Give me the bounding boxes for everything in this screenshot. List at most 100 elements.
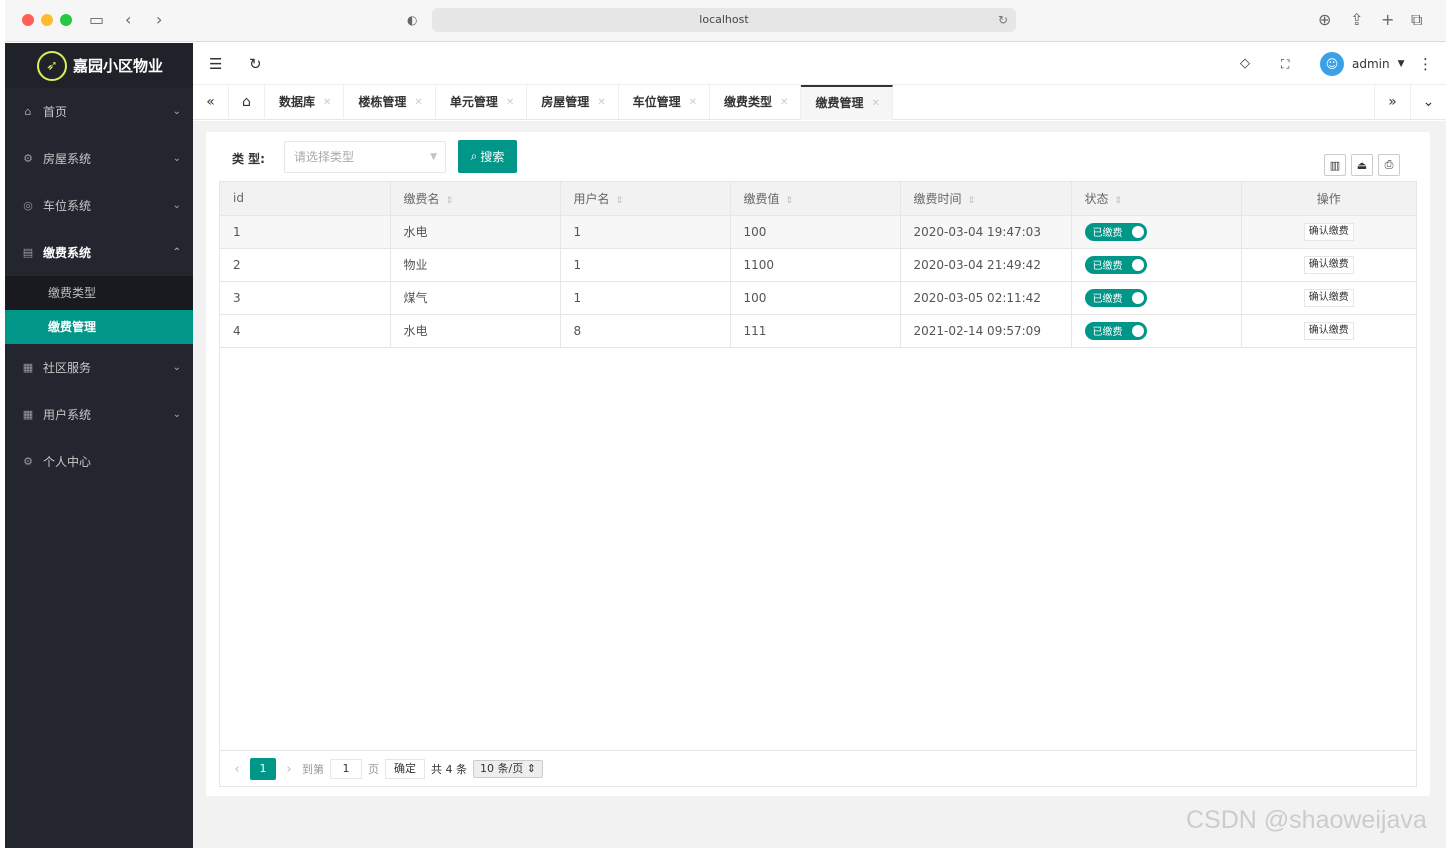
column-header-user[interactable]: 用户名 ⇕ xyxy=(560,182,731,216)
refresh-icon[interactable]: ↻ xyxy=(249,54,262,74)
tab-payment-manage[interactable]: 缴费管理 ✕ xyxy=(801,85,893,121)
app-header: ☰ ↻ ◇ ⛶ ☺ admin ▼ ⋮ xyxy=(193,43,1446,85)
search-button-label: 搜索 xyxy=(480,150,505,164)
tab-house[interactable]: 房屋管理 ✕ xyxy=(527,85,619,120)
home-icon: ⌂ xyxy=(24,105,32,118)
table-row[interactable]: 1 水电 1 100 2020-03-04 19:47:03 已缴费 确认缴费 xyxy=(220,215,1416,249)
sort-icon[interactable]: ⇕ xyxy=(446,196,454,206)
sidebar-subitem-payment-type[interactable]: 缴费类型 xyxy=(5,276,193,310)
sidebar-item-profile[interactable]: ⚙ 个人中心 xyxy=(5,438,193,485)
close-window-button[interactable] xyxy=(22,14,34,26)
download-icon[interactable]: ⊕ xyxy=(1318,10,1331,30)
cell-id: 4 xyxy=(220,314,391,348)
tabs-scroll-left-icon[interactable]: « xyxy=(193,85,229,120)
sidebar-item-label: 首页 xyxy=(43,105,68,119)
table-row[interactable]: 2 物业 1 1100 2020-03-04 21:49:42 已缴费 确认缴费 xyxy=(220,248,1416,282)
menu-collapse-icon[interactable]: ☰ xyxy=(209,54,222,74)
app-logo[interactable]: ➶ 嘉园小区物业 xyxy=(5,43,193,88)
page-size-select[interactable]: 10 条/页 ⇕ xyxy=(473,760,543,778)
close-icon[interactable]: ✕ xyxy=(597,85,605,120)
more-icon[interactable]: ⋮ xyxy=(1418,54,1433,74)
column-header-status[interactable]: 状态 ⇕ xyxy=(1071,182,1242,216)
close-icon[interactable]: ✕ xyxy=(323,85,331,120)
cell-time: 2020-03-04 21:49:42 xyxy=(900,248,1072,282)
page-number-current[interactable]: 1 xyxy=(250,758,276,780)
tabs-icon[interactable]: ⧉ xyxy=(1411,10,1422,30)
close-icon[interactable]: ✕ xyxy=(506,85,514,120)
status-switch[interactable]: 已缴费 xyxy=(1084,255,1147,274)
tab-unit[interactable]: 单元管理 ✕ xyxy=(436,85,528,120)
tab-database[interactable]: 数据库 ✕ xyxy=(265,85,345,120)
page-tabs: « ⌂ 数据库 ✕ 楼栋管理 ✕ 单元管理 ✕ 房屋管理 ✕ 车位管理 ✕ 缴费类型 ✕ 缴… xyxy=(193,85,1446,120)
status-switch-label: 已缴费 xyxy=(1092,294,1123,305)
tab-parking[interactable]: 车位管理 ✕ xyxy=(619,85,711,120)
column-header-value[interactable]: 缴费值 ⇕ xyxy=(730,182,901,216)
columns-filter-icon[interactable]: ▥ xyxy=(1324,154,1346,176)
tab-payment-type[interactable]: 缴费类型 ✕ xyxy=(710,85,802,120)
confirm-payment-button[interactable]: 确认缴费 xyxy=(1303,255,1354,274)
reload-icon[interactable]: ↻ xyxy=(998,8,1008,32)
switch-knob xyxy=(1131,291,1144,304)
sidebar-item-housing[interactable]: ⚙ 房屋系统 ⌄ xyxy=(5,135,193,182)
close-icon[interactable]: ✕ xyxy=(414,85,422,120)
caret-down-icon: ▼ xyxy=(1397,59,1405,69)
type-filter-label: 类 型: xyxy=(232,152,265,166)
tag-icon[interactable]: ◇ xyxy=(1240,54,1250,74)
next-page-icon[interactable]: › xyxy=(282,762,296,777)
sort-icon[interactable]: ⇕ xyxy=(968,196,976,206)
sort-icon[interactable]: ⇕ xyxy=(1115,196,1123,206)
sort-icon[interactable]: ⇕ xyxy=(616,196,624,206)
tab-building[interactable]: 楼栋管理 ✕ xyxy=(344,85,436,120)
tab-label: 缴费管理 xyxy=(815,96,864,110)
confirm-payment-button[interactable]: 确认缴费 xyxy=(1303,321,1354,340)
column-header-label: 缴费值 xyxy=(743,191,780,206)
sort-icon[interactable]: ⇕ xyxy=(786,196,794,206)
confirm-payment-button[interactable]: 确认缴费 xyxy=(1303,222,1354,241)
app-icon: ▦ xyxy=(22,361,34,374)
maximize-window-button[interactable] xyxy=(60,14,72,26)
column-header-id[interactable]: id xyxy=(220,182,391,216)
type-select[interactable]: 请选择类型 ▼ xyxy=(284,141,446,173)
confirm-payment-button[interactable]: 确认缴费 xyxy=(1303,288,1354,307)
forward-icon[interactable]: › xyxy=(156,10,162,30)
goto-confirm-button[interactable]: 确定 xyxy=(385,759,425,779)
gear-icon: ⚙ xyxy=(23,455,33,468)
table-row[interactable]: 3 煤气 1 100 2020-03-05 02:11:42 已缴费 确认缴费 xyxy=(220,281,1416,315)
sidebar-item-home[interactable]: ⌂ 首页 ⌄ xyxy=(5,88,193,135)
sidebar-submenu-payment: 缴费类型 缴费管理 xyxy=(5,276,193,344)
cell-user: 1 xyxy=(560,281,731,315)
chevron-down-icon: ⌄ xyxy=(172,409,181,420)
sidebar-item-parking[interactable]: ◎ 车位系统 ⌄ xyxy=(5,182,193,229)
minimize-window-button[interactable] xyxy=(41,14,53,26)
sidebar-subitem-payment-manage[interactable]: 缴费管理 xyxy=(5,310,193,344)
new-tab-icon[interactable]: + xyxy=(1381,10,1394,30)
back-icon[interactable]: ‹ xyxy=(125,10,131,30)
goto-page-input[interactable]: 1 xyxy=(330,759,362,779)
status-switch[interactable]: 已缴费 xyxy=(1084,321,1147,340)
switch-knob xyxy=(1131,324,1144,337)
chevron-down-icon[interactable]: ⌄ xyxy=(1410,85,1446,120)
table-row[interactable]: 4 水电 8 111 2021-02-14 09:57:09 已缴费 确认缴费 xyxy=(220,314,1416,348)
share-icon[interactable]: ⇪ xyxy=(1350,10,1363,30)
tabs-scroll-right-icon[interactable]: » xyxy=(1374,85,1410,120)
search-button[interactable]: ⌕ 搜索 xyxy=(458,140,517,173)
sidebar-item-community[interactable]: ▦ 社区服务 ⌄ xyxy=(5,344,193,391)
status-switch[interactable]: 已缴费 xyxy=(1084,288,1147,307)
status-switch[interactable]: 已缴费 xyxy=(1084,222,1147,241)
print-icon[interactable]: ⎙ xyxy=(1378,154,1400,176)
address-bar[interactable]: localhost ↻ xyxy=(432,8,1016,32)
column-header-name[interactable]: 缴费名 ⇕ xyxy=(390,182,561,216)
sidebar-item-payment[interactable]: ▤ 缴费系统 ⌃ xyxy=(5,229,193,276)
sidebar-icon[interactable]: ▭ xyxy=(89,10,104,30)
user-menu[interactable]: ☺ admin ▼ xyxy=(1320,52,1405,76)
home-tab-icon[interactable]: ⌂ xyxy=(229,85,265,120)
prev-page-icon[interactable]: ‹ xyxy=(230,762,244,777)
export-icon[interactable]: ⏏ xyxy=(1351,154,1373,176)
close-icon[interactable]: ✕ xyxy=(871,86,879,121)
close-icon[interactable]: ✕ xyxy=(780,85,788,120)
column-header-time[interactable]: 缴费时间 ⇕ xyxy=(900,182,1072,216)
close-icon[interactable]: ✕ xyxy=(689,85,697,120)
column-header-label: 缴费名 xyxy=(403,191,440,206)
sidebar-item-users[interactable]: ▦ 用户系统 ⌄ xyxy=(5,391,193,438)
fullscreen-icon[interactable]: ⛶ xyxy=(1281,54,1289,74)
